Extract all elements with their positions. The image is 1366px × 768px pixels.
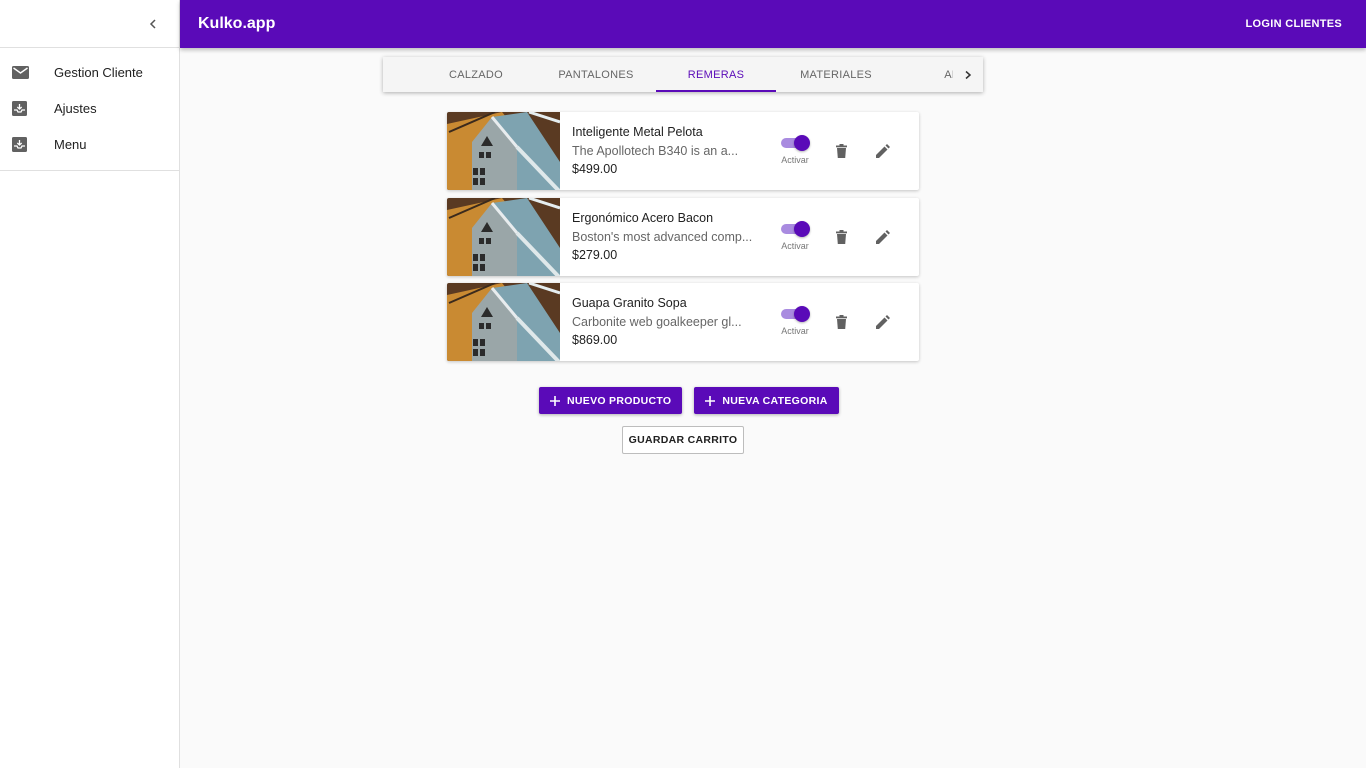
new-category-label: NUEVA CATEGORIA — [722, 394, 828, 407]
plus-icon — [550, 395, 560, 406]
activate-toggle-group: Activar — [770, 112, 820, 190]
activate-toggle[interactable] — [781, 220, 810, 237]
trash-icon — [835, 315, 847, 329]
edit-button[interactable] — [862, 283, 904, 361]
tab-calzado[interactable]: CALZADO — [416, 57, 536, 92]
mail-icon — [0, 65, 54, 79]
category-tabs: CALZADO PANTALONES REMERAS MATERIALES AB… — [383, 57, 983, 92]
product-card: Inteligente Metal Pelota The Apollotech … — [447, 112, 919, 190]
chevron-right-icon — [965, 70, 972, 79]
product-description: The Apollotech B340 is an a... — [572, 144, 739, 158]
product-price: $869.00 — [572, 333, 618, 347]
product-info: Ergonómico Acero Bacon Boston's most adv… — [560, 198, 760, 276]
product-name: Ergonómico Acero Bacon — [572, 210, 714, 225]
sidebar-item-gestion-cliente[interactable]: Gestion Cliente — [0, 54, 179, 90]
tab-track: CALZADO PANTALONES REMERAS MATERIALES AB… — [383, 57, 983, 92]
new-product-label: NUEVO PRODUCTO — [567, 394, 672, 407]
toggle-thumb — [794, 135, 810, 151]
app-title: Kulko.app — [198, 15, 276, 32]
product-price: $279.00 — [572, 247, 618, 262]
inbox-icon — [0, 136, 54, 152]
activate-toggle-group: Activar — [770, 283, 820, 361]
save-cart-button[interactable]: GUARDAR CARRITO — [622, 426, 744, 454]
pencil-icon — [876, 229, 890, 244]
product-card: Ergonómico Acero Bacon Boston's most adv… — [447, 197, 919, 276]
product-name: Inteligente Metal Pelota — [572, 125, 703, 139]
sidebar-item-label: Ajustes — [54, 100, 97, 116]
sidebar-item-menu[interactable]: Menu — [0, 126, 179, 162]
edit-button[interactable] — [862, 112, 904, 190]
delete-button[interactable] — [820, 112, 862, 190]
plus-icon — [705, 395, 716, 406]
product-description: Carbonite web goalkeeper gl... — [572, 315, 742, 329]
action-buttons: NUEVO PRODUCTO NUEVA CATEGORIA — [539, 387, 839, 414]
toggle-thumb — [794, 306, 810, 322]
app-bar: Kulko.app LOGIN CLIENTES — [180, 0, 1366, 48]
product-image — [447, 197, 560, 276]
pencil-icon — [876, 144, 890, 158]
sidebar-item-ajustes[interactable]: Ajustes — [0, 90, 179, 126]
trash-icon — [835, 144, 847, 158]
activate-toggle-group: Activar — [770, 198, 820, 276]
edit-button[interactable] — [862, 198, 904, 276]
sidebar-item-label: Gestion Cliente — [54, 64, 143, 80]
product-card: Guapa Granito Sopa Carbonite web goalkee… — [447, 283, 919, 361]
sidebar-nav: Gestion Cliente Ajustes Menu — [0, 48, 179, 171]
pencil-icon — [876, 315, 890, 329]
collapse-sidebar-button[interactable] — [141, 12, 165, 36]
product-info: Inteligente Metal Pelota The Apollotech … — [560, 112, 760, 190]
product-description: Boston's most advanced comp... — [572, 229, 753, 244]
activate-toggle[interactable] — [781, 306, 810, 322]
toggle-label: Activar — [781, 240, 809, 251]
sidebar-item-label: Menu — [54, 136, 87, 152]
delete-button[interactable] — [820, 283, 862, 361]
toggle-label: Activar — [781, 326, 809, 336]
tabs-scroll-right-button[interactable] — [953, 57, 983, 92]
new-category-button[interactable]: NUEVA CATEGORIA — [694, 387, 839, 414]
product-image — [447, 283, 560, 361]
tab-materiales[interactable]: MATERIALES — [776, 57, 896, 92]
toggle-thumb — [794, 220, 810, 237]
tab-pantalones[interactable]: PANTALONES — [536, 57, 656, 92]
toggle-label: Activar — [781, 155, 809, 165]
product-name: Guapa Granito Sopa — [572, 296, 687, 310]
product-image — [447, 112, 560, 190]
sidebar: Gestion Cliente Ajustes Menu — [0, 0, 180, 768]
trash-icon — [835, 229, 847, 244]
product-list: Inteligente Metal Pelota The Apollotech … — [447, 112, 919, 369]
activate-toggle[interactable] — [781, 135, 810, 151]
product-price: $499.00 — [572, 162, 618, 176]
tab-remeras[interactable]: REMERAS — [656, 57, 776, 92]
sidebar-header — [0, 0, 179, 48]
product-info: Guapa Granito Sopa Carbonite web goalkee… — [560, 283, 760, 361]
chevron-left-icon — [149, 19, 156, 29]
new-product-button[interactable]: NUEVO PRODUCTO — [539, 387, 683, 414]
login-clientes-button[interactable]: LOGIN CLIENTES — [1246, 18, 1342, 30]
delete-button[interactable] — [820, 198, 862, 276]
inbox-icon — [0, 100, 54, 116]
